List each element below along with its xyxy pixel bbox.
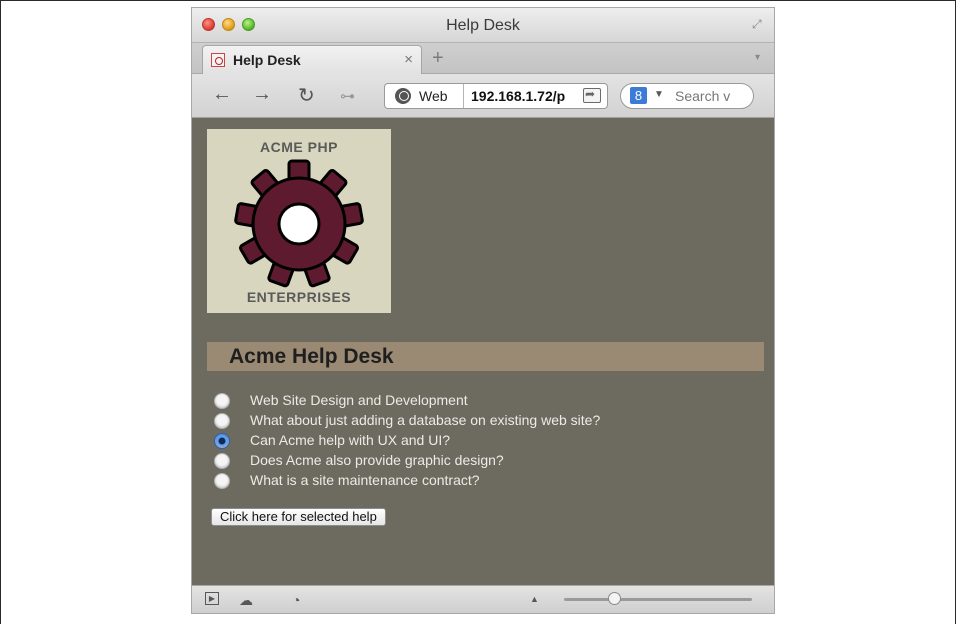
radio-button[interactable] <box>214 393 230 409</box>
tab-help-desk[interactable]: Help Desk × <box>202 45 422 74</box>
gear-icon <box>234 159 364 288</box>
tab-menu-icon[interactable]: ▾ <box>755 52 760 63</box>
option-label[interactable]: Does Acme also provide graphic design? <box>250 452 504 468</box>
search-placeholder[interactable]: Search v <box>675 88 730 104</box>
triangle-up-icon[interactable]: ▲ <box>530 594 539 604</box>
frame-left-line <box>0 0 1 624</box>
option-label[interactable]: Web Site Design and Development <box>250 392 468 408</box>
title-bar: Help Desk ⤢ <box>192 8 774 42</box>
new-tab-button[interactable]: + <box>432 47 444 70</box>
window-title: Help Desk <box>446 17 520 34</box>
navigation-toolbar: ← → ↻ ⊶ Web 192.168.1.72/p 8 ▼ Search v <box>192 74 774 118</box>
radio-button-selected[interactable] <box>214 433 230 449</box>
radio-button[interactable] <box>214 473 230 489</box>
heading-bar: Acme Help Desk <box>207 342 764 371</box>
favicon-icon <box>211 53 225 67</box>
search-engine-dropdown-icon[interactable]: ▼ <box>654 89 664 100</box>
globe-icon <box>395 88 411 104</box>
cloud-icon[interactable]: ☁ <box>239 592 253 609</box>
radio-button[interactable] <box>214 413 230 429</box>
forward-button[interactable]: → <box>252 83 272 106</box>
back-button[interactable]: ← <box>212 83 232 106</box>
address-bar[interactable]: Web 192.168.1.72/p <box>384 83 608 109</box>
zoom-slider-track[interactable] <box>564 598 752 601</box>
option-label[interactable]: Can Acme help with UX and UI? <box>250 432 450 448</box>
browser-window: Help Desk ⤢ Help Desk × + ▾ ← → ↻ ⊶ Web … <box>192 8 774 613</box>
option-label[interactable]: What about just adding a database on exi… <box>250 412 600 428</box>
tab-title: Help Desk <box>233 52 301 68</box>
page-content: ACME PHP ENTERPRISES Acme Help Desk Web … <box>192 118 774 585</box>
share-icon[interactable] <box>583 87 601 103</box>
logo-top-text: ACME PHP <box>260 139 338 155</box>
address-scheme[interactable]: Web <box>385 84 464 108</box>
tab-close-icon[interactable]: × <box>404 51 413 68</box>
tab-bar: Help Desk × + ▾ <box>192 42 774 74</box>
company-logo: ACME PHP ENTERPRISES <box>207 129 391 313</box>
search-engine-icon[interactable]: 8 <box>630 87 647 104</box>
logo-bottom-text: ENTERPRISES <box>246 289 352 305</box>
gauge-icon[interactable]: ◔ <box>292 592 300 608</box>
address-scheme-label: Web <box>419 88 448 104</box>
address-url[interactable]: 192.168.1.72/p <box>471 88 571 104</box>
frame-top-line <box>0 0 956 1</box>
submit-help-button[interactable]: Click here for selected help <box>211 508 386 526</box>
option-label[interactable]: What is a site maintenance contract? <box>250 472 480 488</box>
reload-button[interactable]: ↻ <box>298 83 315 108</box>
status-bar: ▶ ☁ ◔ ▲ <box>192 585 774 613</box>
zoom-slider-knob[interactable] <box>608 592 621 605</box>
key-icon[interactable]: ⊶ <box>340 87 355 105</box>
page-heading: Acme Help Desk <box>229 345 394 368</box>
radio-button[interactable] <box>214 453 230 469</box>
fullscreen-icon[interactable]: ⤢ <box>752 17 768 33</box>
play-icon[interactable]: ▶ <box>205 592 219 605</box>
search-field[interactable]: 8 ▼ Search v <box>620 83 754 109</box>
